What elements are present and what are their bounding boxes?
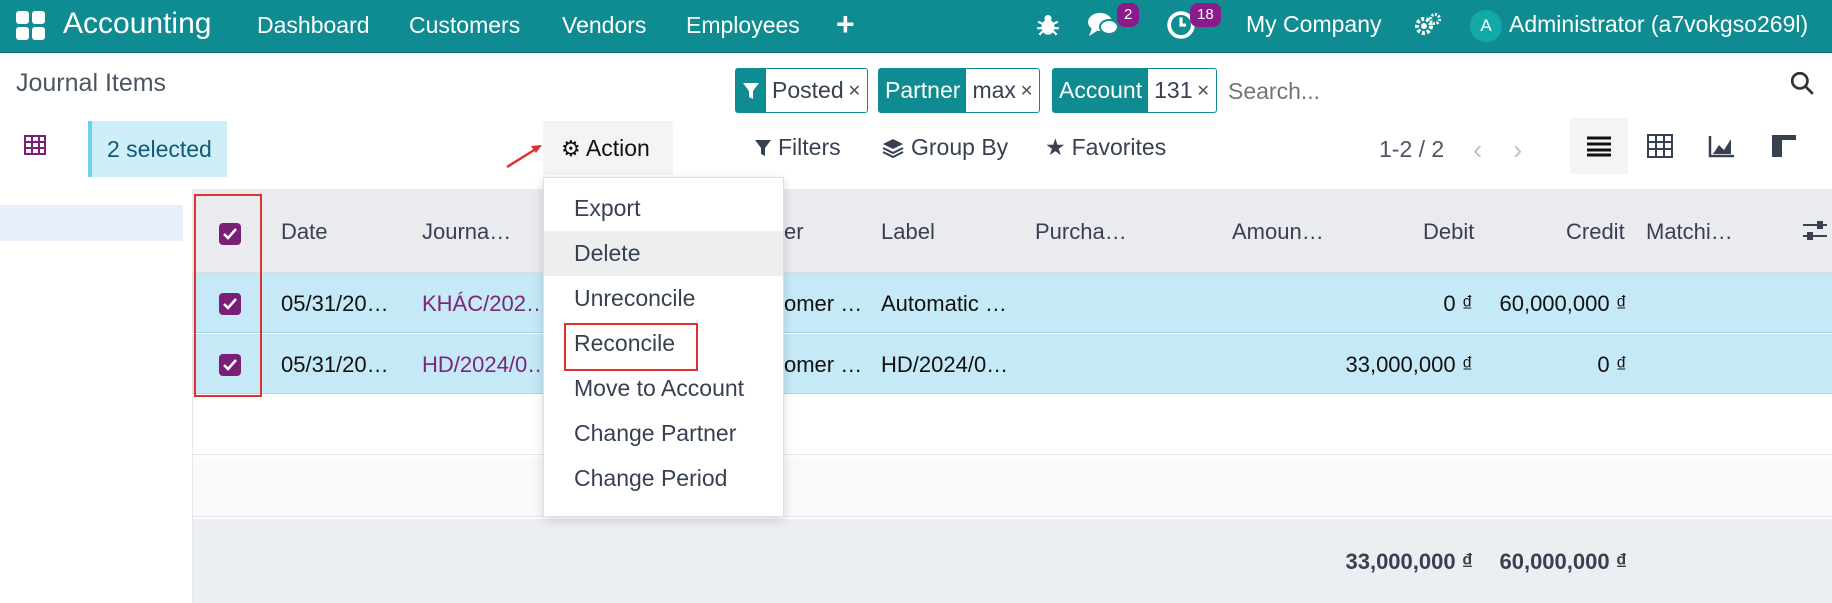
filter-facet-account[interactable]: Account 131 ✕ [1052, 68, 1217, 113]
table-row[interactable]: 05/31/20… HD/2024/0… omer … HD/2024/0… 3… [193, 334, 1832, 394]
pivot-view-button[interactable] [1631, 118, 1689, 174]
top-navbar: Accounting Dashboard Customers Vendors E… [0, 0, 1832, 53]
page-title: Journal Items [16, 69, 167, 97]
app-title[interactable]: Accounting [63, 6, 211, 42]
col-debit[interactable]: Debit [1423, 219, 1474, 245]
table-footer-totals: 33,000,000 ₫ 60,000,000 ₫ [193, 519, 1832, 603]
cell-debit: 0 ₫ [1443, 291, 1473, 316]
col-label[interactable]: Label [881, 219, 935, 245]
total-credit: 60,000,000 ₫ [1499, 549, 1627, 574]
cell-partner: omer … [784, 352, 863, 377]
cell-journal[interactable]: HD/2024/0… [422, 352, 549, 378]
gear-icon: ⚙ [561, 136, 581, 161]
messages-badge: 2 [1117, 3, 1140, 27]
activities-badge: 18 [1190, 3, 1221, 27]
cell-label: Automatic … [881, 291, 1007, 316]
facet-label: Partner [879, 69, 967, 112]
add-menu-icon[interactable]: + [836, 6, 855, 42]
debug-bug-icon[interactable] [1035, 12, 1061, 38]
optional-columns-icon[interactable] [1802, 219, 1828, 243]
star-icon: ★ [1045, 134, 1066, 160]
cell-debit: 33,000,000 ₫ [1345, 352, 1473, 377]
nav-dashboard[interactable]: Dashboard [257, 11, 370, 39]
cell-date: 05/31/20… [281, 291, 389, 316]
menu-item-delete[interactable]: Delete [544, 231, 783, 276]
total-debit: 33,000,000 ₫ [1345, 549, 1473, 574]
facet-remove-icon[interactable]: ✕ [1020, 81, 1033, 101]
company-switcher[interactable]: My Company [1246, 11, 1381, 38]
pager-previous-icon[interactable]: ‹ [1473, 134, 1482, 166]
filter-icon [755, 139, 771, 156]
search-icon[interactable] [1789, 70, 1815, 96]
list-view-toggle[interactable] [24, 135, 68, 175]
settings-gears-icon[interactable] [1414, 12, 1442, 38]
checkbox-highlight-box [194, 194, 262, 397]
kanban-view-icon [1772, 135, 1796, 157]
menu-item-unreconcile[interactable]: Unreconcile [544, 276, 783, 321]
nav-vendors[interactable]: Vendors [562, 11, 646, 39]
left-sidebar [0, 189, 193, 603]
area-chart-icon [1708, 136, 1734, 158]
pager-next-icon[interactable]: › [1513, 134, 1522, 166]
messages-icon[interactable] [1087, 10, 1119, 40]
col-amount[interactable]: Amoun… [1232, 219, 1324, 245]
journal-items-table: Date Journa… er Label Purcha… Amoun… Deb… [193, 189, 1832, 603]
kanban-view-button[interactable] [1755, 118, 1813, 174]
cell-credit: 0 ₫ [1597, 352, 1627, 377]
selected-count[interactable]: 2 selected [88, 121, 227, 177]
list-view-icon [1587, 136, 1611, 157]
control-panel: Journal Items Posted ✕ Partner max ✕ Accou… [0, 54, 1832, 189]
apps-menu-icon[interactable] [16, 11, 46, 41]
annotation-arrow [506, 145, 542, 169]
pager-value[interactable]: 1-2 / 2 [1379, 136, 1444, 163]
cell-label: HD/2024/0… [881, 352, 1009, 377]
facet-remove-icon[interactable]: ✕ [848, 81, 861, 101]
filter-facet-posted[interactable]: Posted ✕ [735, 68, 869, 113]
empty-row [193, 395, 1832, 455]
nav-employees[interactable]: Employees [686, 11, 800, 39]
facet-value: max [972, 77, 1016, 103]
cell-partner: omer … [784, 291, 863, 316]
menu-item-export[interactable]: Export [544, 186, 783, 231]
col-credit[interactable]: Credit [1566, 219, 1625, 245]
pivot-view-icon [1647, 134, 1673, 158]
table-row[interactable]: 05/31/20… KHÁC/202… omer … Automatic … 0… [193, 273, 1832, 333]
facet-value: 131 [1154, 77, 1193, 103]
action-button[interactable]: ⚙ Action [543, 121, 673, 175]
filters-label: Filters [778, 134, 841, 160]
menu-item-change-period[interactable]: Change Period [544, 456, 783, 501]
layers-icon [882, 138, 904, 158]
graph-view-button[interactable] [1693, 118, 1751, 174]
user-menu[interactable]: Administrator (a7vokgso269l) [1509, 11, 1808, 38]
col-journal[interactable]: Journa… [422, 219, 511, 245]
action-label: Action [585, 135, 650, 161]
facet-remove-icon[interactable]: ✕ [1196, 81, 1209, 101]
reconcile-highlight-box [564, 323, 698, 371]
group-by-label: Group By [911, 134, 1009, 160]
favorites-label: Favorites [1071, 134, 1167, 160]
filter-facet-partner[interactable]: Partner max ✕ [878, 68, 1041, 113]
filter-icon [736, 69, 766, 112]
user-avatar[interactable]: A [1470, 10, 1502, 42]
menu-item-move-to-account[interactable]: Move to Account [544, 366, 783, 411]
table-header: Date Journa… er Label Purcha… Amoun… Deb… [193, 189, 1832, 273]
cell-credit: 60,000,000 ₫ [1499, 291, 1627, 316]
cell-journal[interactable]: KHÁC/202… [422, 291, 548, 317]
group-by-button[interactable]: Group By [881, 134, 1008, 161]
col-date[interactable]: Date [281, 219, 327, 245]
cell-date: 05/31/20… [281, 352, 389, 377]
col-partner[interactable]: er [784, 219, 804, 245]
facet-value: Posted [772, 77, 844, 103]
col-purchase[interactable]: Purcha… [1035, 219, 1127, 245]
favorites-button[interactable]: ★ Favorites [1045, 134, 1166, 161]
facet-label: Account [1053, 69, 1149, 112]
list-view-button[interactable] [1570, 118, 1628, 174]
nav-customers[interactable]: Customers [409, 11, 520, 39]
menu-item-change-partner[interactable]: Change Partner [544, 411, 783, 456]
filters-button[interactable]: Filters [754, 134, 841, 161]
sidebar-selected-item[interactable] [0, 205, 183, 241]
col-matching[interactable]: Matchi… [1646, 219, 1733, 245]
search-input[interactable] [1228, 70, 1768, 112]
empty-row [193, 457, 1832, 517]
